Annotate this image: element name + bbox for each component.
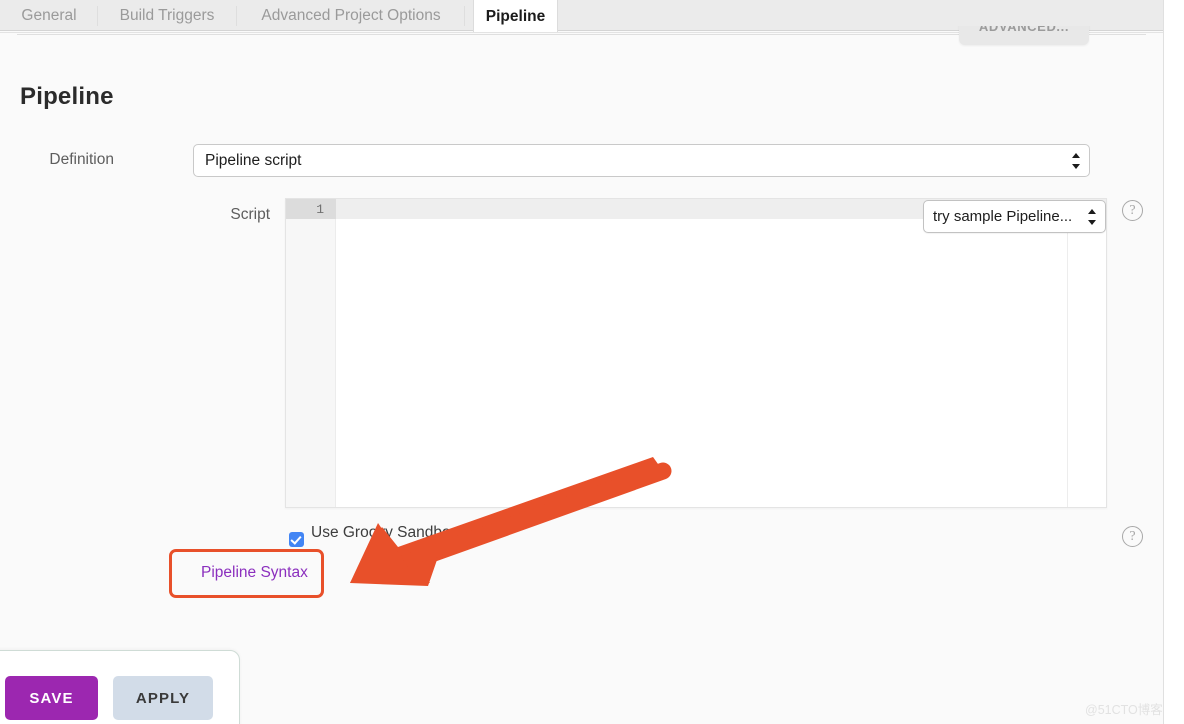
page-right-margin [1164, 0, 1184, 724]
tab-general-label: General [21, 7, 77, 24]
tab-pipeline-label: Pipeline [485, 7, 546, 25]
page-title: Pipeline [20, 83, 114, 110]
apply-button[interactable]: APPLY [113, 676, 213, 720]
tab-advanced-project-options[interactable]: Advanced Project Options [245, 0, 457, 32]
save-button-label: SAVE [29, 689, 74, 707]
pipeline-syntax-link[interactable]: Pipeline Syntax [201, 564, 308, 582]
tab-build-triggers[interactable]: Build Triggers [105, 0, 229, 32]
definition-select[interactable]: Pipeline script [193, 144, 1090, 177]
watermark: @51CTO博客 [1085, 703, 1163, 717]
script-editor[interactable]: 1 [285, 198, 1107, 508]
definition-select-value: Pipeline script [205, 151, 302, 169]
try-sample-pipeline-select[interactable]: try sample Pipeline... [923, 200, 1106, 233]
tab-divider [97, 6, 98, 26]
chevron-updown-icon [1071, 152, 1080, 169]
script-label: Script [230, 206, 270, 223]
page-root: General Build Triggers Advanced Project … [0, 0, 1184, 724]
tab-advanced-project-options-label: Advanced Project Options [261, 7, 441, 24]
tab-divider [464, 6, 465, 26]
chevron-updown-icon [1087, 208, 1096, 225]
script-help-icon[interactable]: ? [1122, 200, 1143, 221]
editor-line-number: 1 [286, 199, 336, 219]
tab-build-triggers-label: Build Triggers [119, 7, 215, 24]
tab-divider [236, 6, 237, 26]
definition-label: Definition [49, 151, 114, 168]
sandbox-help-icon[interactable]: ? [1122, 526, 1143, 547]
save-button[interactable]: SAVE [5, 676, 98, 720]
tab-pipeline[interactable]: Pipeline [473, 0, 558, 33]
use-groovy-sandbox-label: Use Groovy Sandbox [311, 524, 459, 541]
editor-gutter [286, 199, 336, 507]
tabbar-overlap-mask [955, 0, 1095, 26]
editor-print-margin [1067, 199, 1068, 507]
tab-general[interactable]: General [8, 0, 90, 32]
use-groovy-sandbox-checkbox[interactable] [289, 532, 304, 547]
apply-button-label: APPLY [135, 689, 191, 707]
try-sample-pipeline-value: try sample Pipeline... [933, 208, 1073, 225]
